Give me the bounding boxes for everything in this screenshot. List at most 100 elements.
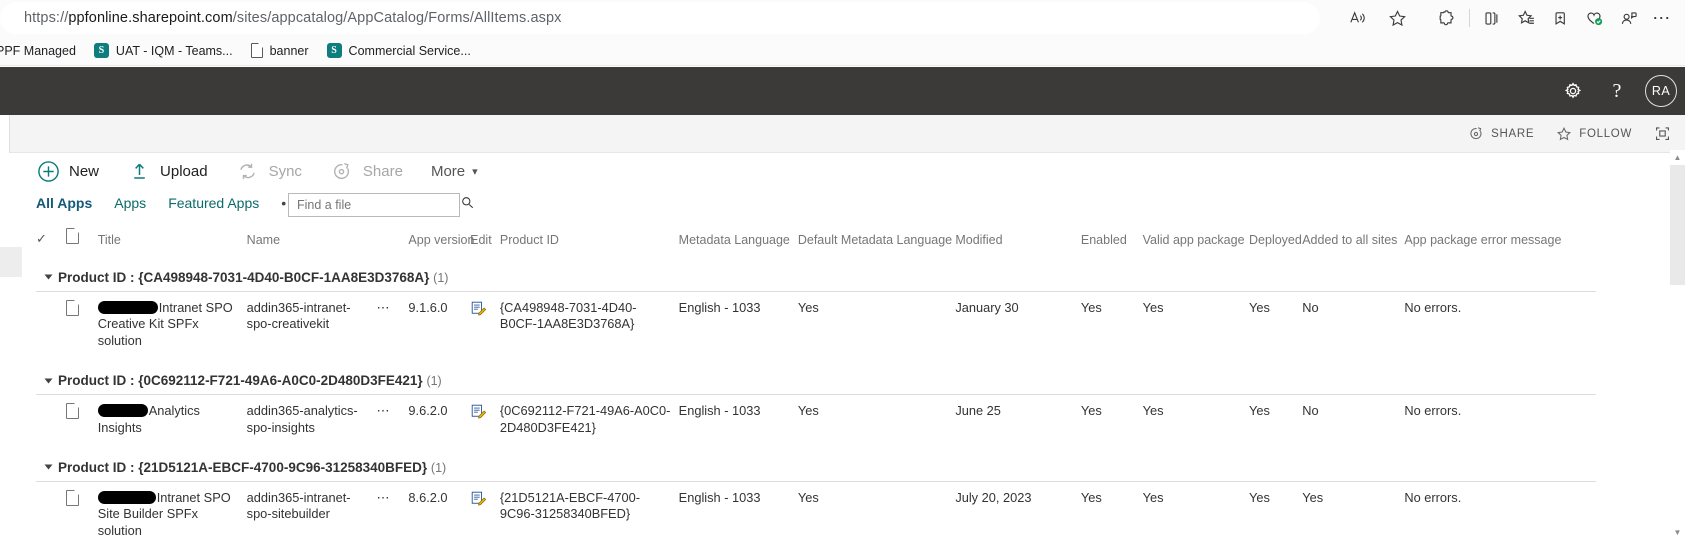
column-header-enabled[interactable]: Enabled [1081, 225, 1143, 256]
tab-apps[interactable]: Apps [114, 195, 146, 211]
help-icon[interactable]: ? [1595, 67, 1639, 115]
page-scrollbar[interactable]: ▲ ▼ [1670, 150, 1685, 540]
table-row[interactable]: Intranet SPO Creative Kit SPFx solution a… [36, 292, 1596, 360]
collapse-triangle-icon[interactable] [44, 274, 53, 280]
group-header-cell[interactable]: Product ID : {21D5121A-EBCF-4700-9C96-31… [36, 445, 1596, 482]
avatar[interactable]: RA [1645, 75, 1677, 107]
collapse-triangle-icon[interactable] [44, 378, 53, 384]
extensions-icon[interactable] [1430, 2, 1464, 34]
cell-title[interactable]: Intranet SPO Site Builder SPFx solution [97, 481, 247, 549]
document-icon [65, 300, 79, 316]
column-header-deployed[interactable]: Deployed [1249, 225, 1302, 256]
cell-name: addin365-analytics-spo-insights [246, 403, 358, 435]
tab-all-apps[interactable]: All Apps [36, 195, 92, 211]
column-header-metadata-language[interactable]: Metadata Language [679, 225, 798, 256]
upload-icon [127, 159, 151, 183]
address-bar[interactable]: https://ppfonline.sharepoint.com/sites/a… [0, 2, 1320, 34]
collapse-triangle-icon[interactable] [44, 464, 53, 470]
row-ellipsis-icon[interactable]: ⋯ [376, 490, 391, 505]
upload-label: Upload [160, 162, 208, 180]
tab-featured-apps[interactable]: Featured Apps [168, 195, 259, 211]
settings-more-icon[interactable]: ⋯ [1645, 2, 1679, 34]
cell-row-menu[interactable]: ⋯ [376, 395, 408, 446]
scroll-down-arrow-icon[interactable]: ▼ [1670, 525, 1685, 540]
toolbar-share-button[interactable]: Share [330, 159, 403, 183]
bookmark-item[interactable]: PPF Managed [0, 39, 85, 63]
row-ellipsis-icon[interactable]: ⋯ [376, 403, 391, 418]
follow-label: FOLLOW [1579, 127, 1632, 140]
row-select-checkbox[interactable] [36, 481, 66, 549]
column-header-title[interactable]: Title [98, 225, 247, 256]
gear-icon[interactable] [1551, 67, 1595, 115]
column-header-default-metadata-language[interactable]: Default Metadata Language [798, 225, 955, 256]
bookmark-item[interactable]: banner [242, 39, 318, 63]
edit-properties-icon[interactable] [470, 490, 487, 511]
cell-metadata-language: English - 1033 [678, 489, 761, 505]
row-file-icon [65, 395, 98, 446]
cell-edit[interactable] [470, 292, 500, 360]
column-header-name[interactable]: Name [247, 225, 377, 256]
url-domain: ppfonline.sharepoint.com [68, 10, 233, 26]
column-header-app-version[interactable]: App version [408, 225, 474, 256]
edit-properties-icon[interactable] [470, 300, 487, 321]
column-header-modified[interactable]: Modified [955, 225, 1081, 256]
favorite-star-icon[interactable] [1380, 2, 1414, 34]
add-favorite-icon[interactable] [1543, 2, 1577, 34]
bookmark-item[interactable]: S Commercial Service... [318, 39, 480, 63]
cell-default-metadata-language: Yes [797, 300, 819, 315]
split-screen-icon[interactable] [1475, 2, 1509, 34]
follow-button[interactable]: FOLLOW [1556, 126, 1632, 142]
table-row[interactable]: Intranet SPO Site Builder SPFx solution a… [36, 481, 1596, 549]
file-type-header[interactable] [65, 225, 98, 256]
group-header-row[interactable]: Product ID : {CA498948-7031-4D40-B0CF-1A… [36, 256, 1596, 292]
bookmark-label: UAT - IQM - Teams... [115, 43, 233, 58]
cell-edit[interactable] [470, 481, 500, 549]
redaction-bar [97, 490, 156, 504]
toolbar-divider [1469, 9, 1470, 27]
group-header-cell[interactable]: Product ID : {0C692112-F721-49A6-A0C0-2D… [36, 359, 1596, 396]
row-ellipsis-icon[interactable]: ⋯ [376, 300, 391, 315]
search-box[interactable] [288, 193, 474, 217]
group-header-cell[interactable]: Product ID : {CA498948-7031-4D40-B0CF-1A… [36, 256, 1596, 292]
browser-essentials-icon[interactable] [1577, 2, 1611, 34]
cell-edit[interactable] [470, 395, 500, 446]
cell-modified: July 20, 2023 [955, 489, 1032, 505]
site-command-bar: SHARE FOLLOW [0, 115, 1685, 153]
cell-default-metadata-language: Yes [797, 403, 819, 419]
checkmark-icon[interactable]: ✓ [36, 231, 47, 246]
scroll-up-arrow-icon[interactable]: ▲ [1670, 150, 1685, 165]
table-row[interactable]: Analytics Insights addin365-analytics-spo… [36, 395, 1596, 446]
column-header-product-id[interactable]: Product ID [500, 225, 679, 256]
row-select-checkbox[interactable] [36, 292, 66, 360]
cell-title[interactable]: Analytics Insights [97, 395, 247, 446]
upload-button[interactable]: Upload [127, 159, 208, 183]
cell-row-menu[interactable]: ⋯ [376, 481, 408, 549]
column-header-valid-app-package[interactable]: Valid app package [1143, 225, 1249, 256]
search-icon[interactable] [460, 195, 475, 215]
column-header-added-to-all-sites[interactable]: Added to all sites [1302, 225, 1404, 256]
search-input[interactable] [295, 197, 460, 213]
new-button[interactable]: New [36, 159, 99, 183]
cell-row-menu[interactable]: ⋯ [376, 292, 408, 360]
row-select-checkbox[interactable] [36, 395, 66, 446]
share-button[interactable]: SHARE [1468, 126, 1534, 142]
group-header-row[interactable]: Product ID : {0C692112-F721-49A6-A0C0-2D… [36, 359, 1596, 396]
select-all-header[interactable]: ✓ [36, 225, 66, 256]
profile-icon[interactable] [1611, 2, 1645, 34]
sync-icon [236, 159, 260, 183]
more-button[interactable]: More ▾ [431, 163, 478, 180]
column-header-edit[interactable]: Edit [470, 225, 500, 256]
sync-label: Sync [268, 162, 302, 180]
collections-icon[interactable] [1509, 2, 1543, 34]
column-header-app-package-error-message[interactable]: App package error message [1404, 225, 1596, 256]
cell-title[interactable]: Intranet SPO Creative Kit SPFx solution [97, 292, 247, 360]
chevron-down-icon: ▾ [472, 165, 478, 178]
bookmark-item[interactable]: S UAT - IQM - Teams... [85, 39, 242, 63]
focus-on-content-button[interactable] [1654, 125, 1671, 142]
scrollbar-thumb[interactable] [1670, 165, 1685, 285]
sync-button[interactable]: Sync [236, 159, 302, 183]
edit-properties-icon[interactable] [470, 403, 487, 424]
read-aloud-icon[interactable] [1340, 2, 1374, 34]
app-catalog-table: ✓ Title Name App version Edit Product ID… [36, 225, 1596, 549]
group-header-row[interactable]: Product ID : {21D5121A-EBCF-4700-9C96-31… [36, 445, 1596, 482]
